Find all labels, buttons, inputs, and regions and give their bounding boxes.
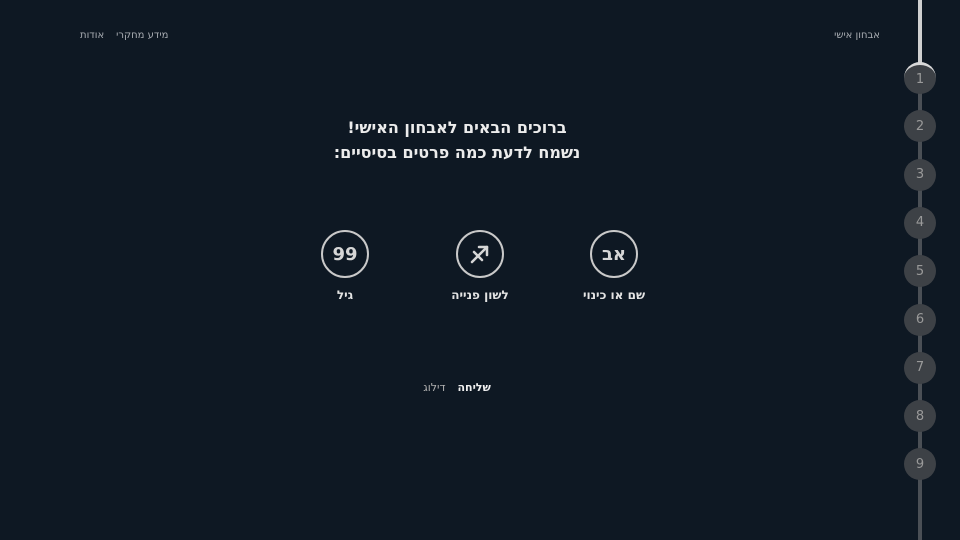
age-icon: 99 [321, 230, 369, 278]
age-icon-text: 99 [332, 243, 358, 265]
gender-symbol-icon [456, 230, 504, 278]
progress-step-1[interactable]: 1 [904, 62, 936, 94]
progress-step-6[interactable]: 6 [904, 303, 936, 336]
progress-step-2[interactable]: 2 [904, 110, 936, 143]
brand-link[interactable]: אבחון אישי [834, 30, 880, 41]
age-field-label: גיל [336, 288, 354, 302]
about-link[interactable]: אודות [80, 30, 104, 41]
progress-step-3[interactable]: 3 [904, 158, 936, 191]
skip-button[interactable]: דילוג [423, 381, 445, 394]
progress-step-5[interactable]: 5 [904, 255, 936, 288]
research-info-link[interactable]: מידע מחקרי [116, 30, 168, 41]
progress-step-8[interactable]: 8 [904, 400, 936, 433]
progress-step-4[interactable]: 4 [904, 206, 936, 239]
pronoun-field-button[interactable]: לשון פנייה [425, 230, 535, 302]
name-field-label: שם או כינוי [582, 288, 646, 302]
send-button[interactable]: שליחה [457, 381, 490, 394]
age-field-button[interactable]: 99 גיל [290, 230, 400, 302]
name-icon: אב [590, 230, 638, 278]
arrow-diagonal-icon [470, 245, 489, 264]
name-icon-text: אב [601, 243, 627, 265]
welcome-line-2: נשמח לדעת כמה פרטים בסיסיים: [333, 143, 581, 162]
form-actions: שליחה דילוג [0, 381, 914, 394]
pronoun-field-label: לשון פנייה [451, 288, 509, 302]
progress-step-7[interactable]: 7 [904, 351, 936, 384]
welcome-heading: ברוכים הבאים לאבחון האישי! נשמח לדעת כמה… [0, 115, 914, 165]
name-field-button[interactable]: אב שם או כינוי [559, 230, 669, 302]
progress-step-9[interactable]: 9 [904, 448, 936, 481]
progress-fill [918, 0, 922, 65]
top-nav-links: אודות מידע מחקרי [80, 30, 168, 41]
welcome-line-1: ברוכים הבאים לאבחון האישי! [347, 118, 567, 137]
